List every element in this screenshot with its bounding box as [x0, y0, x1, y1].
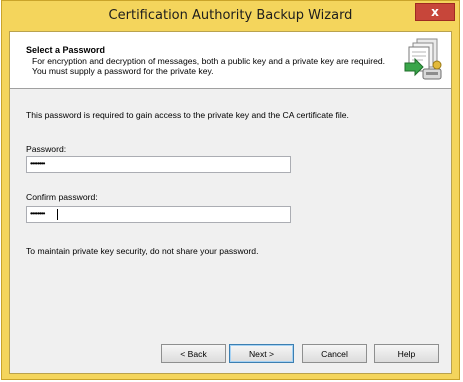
window-title: Certification Authority Backup Wizard [108, 8, 353, 23]
page-description: For encryption and decryption of message… [32, 56, 386, 76]
password-field[interactable]: •••••••• [26, 156, 291, 173]
confirm-password-label: Confirm password: [26, 192, 98, 202]
help-button[interactable]: Help [374, 344, 439, 363]
confirm-password-value: •••••••• [30, 209, 45, 218]
password-label: Password: [26, 144, 67, 154]
wizard-window: Certification Authority Backup Wizard x … [1, 0, 460, 380]
next-button[interactable]: Next > [229, 344, 294, 363]
wizard-backup-icon [401, 37, 443, 81]
confirm-password-field[interactable]: •••••••• [26, 206, 291, 223]
password-value: •••••••• [30, 159, 45, 168]
back-button[interactable]: < Back [161, 344, 226, 363]
wizard-header: Select a Password For encryption and dec… [10, 32, 451, 89]
close-button[interactable]: x [415, 3, 455, 21]
wizard-client-area: Select a Password For encryption and dec… [9, 31, 452, 374]
text-caret [57, 209, 58, 220]
page-title: Select a Password [26, 45, 106, 55]
cancel-button[interactable]: Cancel [302, 344, 367, 363]
security-note: To maintain private key security, do not… [26, 246, 259, 256]
intro-text: This password is required to gain access… [26, 110, 349, 120]
title-bar[interactable]: Certification Authority Backup Wizard x [2, 1, 459, 31]
